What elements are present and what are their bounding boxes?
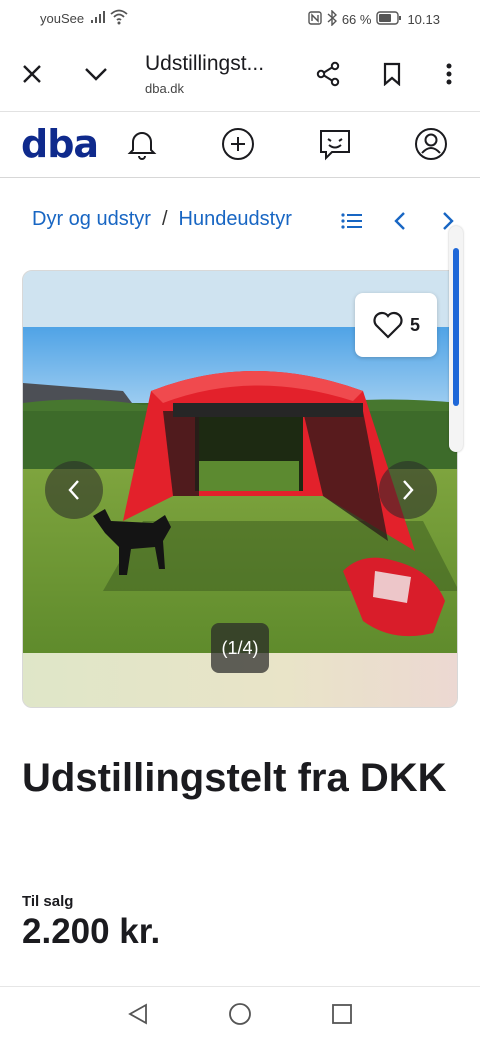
share-icon[interactable] — [314, 60, 342, 88]
browser-toolbar: Udstillingst... dba.dk — [0, 36, 480, 112]
gallery-previous-button[interactable] — [45, 461, 103, 519]
bluetooth-icon — [327, 9, 337, 29]
app-header: dba — [0, 112, 480, 178]
breadcrumb-hundeudstyr[interactable]: Hundeudstyr — [179, 208, 292, 231]
nfc-icon — [308, 11, 322, 28]
chevron-down-icon[interactable] — [82, 60, 110, 88]
scrollbar[interactable] — [449, 226, 463, 452]
battery-icon — [376, 11, 402, 28]
recents-square-icon[interactable] — [329, 1001, 355, 1027]
listing-navigation — [340, 208, 460, 236]
favorite-count: 5 — [409, 314, 420, 335]
messages-icon[interactable] — [315, 124, 355, 164]
heart-icon — [373, 311, 403, 339]
close-icon[interactable] — [18, 60, 46, 88]
system-navigation-bar — [0, 986, 480, 1040]
breadcrumb-separator: / — [161, 208, 168, 230]
add-listing-icon[interactable] — [218, 124, 258, 164]
carrier-label: youSee — [40, 11, 85, 26]
signal-icon — [90, 10, 106, 27]
home-circle-icon[interactable] — [227, 1001, 253, 1027]
browser-domain: dba.dk — [145, 81, 185, 96]
previous-listing-icon[interactable] — [388, 208, 412, 234]
scrollbar-thumb[interactable] — [453, 248, 459, 406]
dba-logo[interactable]: dba — [21, 122, 99, 166]
image-counter: (1/4) — [211, 623, 269, 673]
favorite-button[interactable]: 5 — [355, 293, 437, 357]
notifications-bell-icon[interactable] — [122, 124, 162, 164]
more-options-icon[interactable] — [435, 60, 463, 88]
listing-title: Udstillingstelt fra DKK — [22, 756, 447, 800]
wifi-icon — [110, 9, 128, 28]
clock: 10.13 — [407, 12, 440, 27]
back-triangle-icon[interactable] — [125, 1001, 151, 1027]
sale-type-label: Til salg — [22, 893, 74, 910]
breadcrumb-dyr-og-udstyr[interactable]: Dyr og udstyr — [32, 208, 151, 231]
list-view-icon[interactable] — [340, 208, 364, 234]
profile-icon[interactable] — [411, 124, 451, 164]
bookmark-icon[interactable] — [378, 60, 406, 88]
listing-price: 2.200 kr. — [22, 912, 161, 951]
breadcrumb: Dyr og udstyr / Hundeudstyr — [32, 208, 292, 231]
chevron-right-icon — [403, 480, 414, 500]
image-gallery[interactable]: 5 (1/4) — [22, 270, 458, 708]
status-bar: youSee 66 % 10.13 — [0, 0, 480, 36]
browser-page-title: Udstillingst... — [145, 52, 265, 75]
battery-percent: 66 % — [341, 12, 372, 27]
chevron-left-icon — [68, 480, 79, 500]
gallery-next-button[interactable] — [379, 461, 437, 519]
